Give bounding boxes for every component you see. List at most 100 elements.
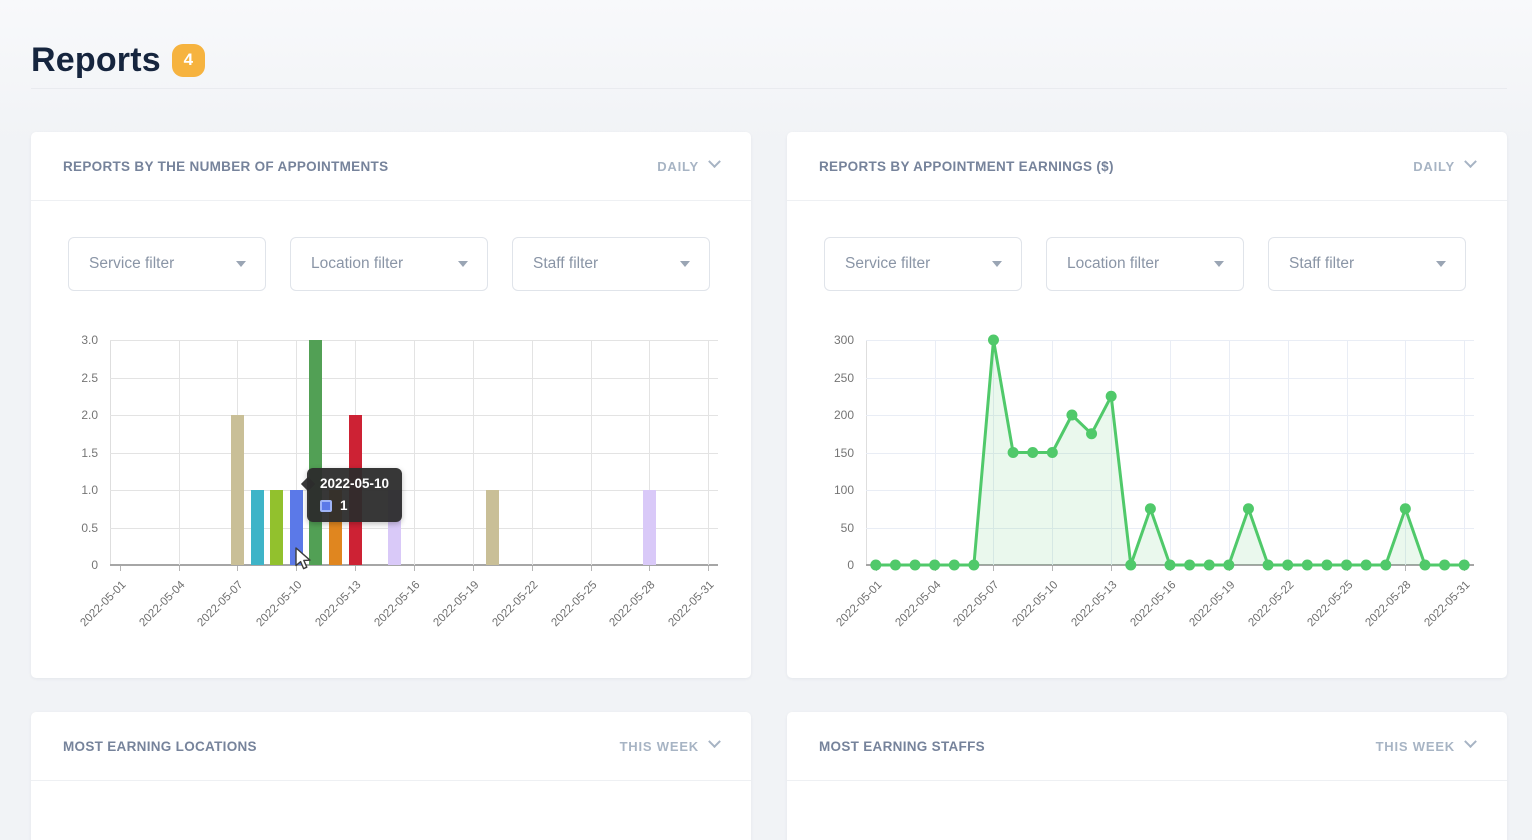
period-dropdown-daily[interactable]: DAILY <box>657 155 721 174</box>
data-point-day-17[interactable] <box>1184 559 1196 571</box>
appointments-bar-chart: 3.0 2.5 2.0 1.5 1.0 0.5 0 2022-05-01 2022-05-04 2… <box>31 291 751 676</box>
data-point-day-24[interactable] <box>1321 559 1333 571</box>
most-earning-staffs-panel: MOST EARNING STAFFS THIS WEEK <box>787 712 1507 840</box>
chart-tooltip: 2022-05-10 1 <box>307 468 403 522</box>
bar-2022-05-07[interactable] <box>230 415 244 565</box>
data-point-day-5[interactable] <box>948 559 960 571</box>
x-axis-tick-label: 2022-05-01 <box>78 579 129 630</box>
data-point-day-2[interactable] <box>889 559 901 571</box>
x-axis-tick-label: 2022-05-19 <box>431 579 482 630</box>
data-point-day-8[interactable] <box>1007 447 1019 458</box>
tooltip-value-row: 1 <box>320 498 389 513</box>
x-axis-tick <box>1405 566 1407 571</box>
x-axis-tick-label: 2022-05-25 <box>548 579 600 630</box>
data-point-day-23[interactable] <box>1301 559 1313 571</box>
data-point-day-1[interactable] <box>870 559 882 571</box>
earnings-series <box>870 334 1470 571</box>
earnings-panel-header: REPORTS BY APPOINTMENT EARNINGS ($) DAIL… <box>787 132 1507 201</box>
x-axis-tick-label: 2022-05-07 <box>951 579 1002 630</box>
data-point-day-27[interactable] <box>1380 559 1392 571</box>
data-point-day-3[interactable] <box>909 559 921 571</box>
bar-2022-05-08[interactable] <box>250 490 264 565</box>
page-header: Reports 4 <box>31 0 1507 79</box>
location-filter-dropdown[interactable]: Location filter <box>1046 237 1244 291</box>
header-divider <box>31 88 1507 89</box>
period-label: THIS WEEK <box>1375 738 1455 754</box>
staff-filter-dropdown[interactable]: Staff filter <box>512 237 710 291</box>
x-axis-tick-label: 2022-05-07 <box>195 579 246 630</box>
service-filter-dropdown[interactable]: Service filter <box>68 237 266 291</box>
data-point-day-6[interactable] <box>968 559 980 571</box>
service-filter-dropdown[interactable]: Service filter <box>824 237 1022 291</box>
caret-down-icon <box>1214 261 1224 267</box>
x-axis-tick <box>119 566 121 571</box>
data-point-day-21[interactable] <box>1262 559 1274 571</box>
top-cards-row: REPORTS BY THE NUMBER OF APPOINTMENTS DA… <box>31 132 1507 678</box>
tooltip-date: 2022-05-10 <box>320 476 390 491</box>
period-dropdown-this-week[interactable]: THIS WEEK <box>1375 735 1477 754</box>
y-axis-tick-label: 1.5 <box>81 445 98 460</box>
x-axis-tick-label: 2022-05-31 <box>1422 579 1473 630</box>
x-axis-tick <box>649 566 651 571</box>
data-point-day-20[interactable] <box>1242 503 1254 515</box>
x-axis-tick <box>178 566 180 571</box>
x-axis-tick-label: 2022-05-13 <box>1069 579 1120 630</box>
filter-label: Staff filter <box>533 255 599 272</box>
data-point-day-18[interactable] <box>1203 559 1215 571</box>
location-filter-dropdown[interactable]: Location filter <box>290 237 488 291</box>
x-axis-tick-label: 2022-05-01 <box>834 579 885 630</box>
data-point-day-12[interactable] <box>1086 428 1098 440</box>
data-point-day-31[interactable] <box>1458 559 1470 571</box>
data-point-day-29[interactable] <box>1419 559 1431 571</box>
chevron-down-icon <box>1464 155 1477 169</box>
gridline-vertical <box>590 340 592 565</box>
period-dropdown-this-week[interactable]: THIS WEEK <box>620 735 721 754</box>
chevron-down-icon <box>708 735 721 749</box>
data-point-day-28[interactable] <box>1399 503 1411 515</box>
x-axis-tick <box>355 566 357 571</box>
y-axis-tick-label: 2.0 <box>81 408 98 422</box>
data-point-day-22[interactable] <box>1282 559 1294 571</box>
plot-area: 3.0 2.5 2.0 1.5 1.0 0.5 0 2022-05-01 2022-05-04 2… <box>78 333 718 629</box>
data-point-day-16[interactable] <box>1164 559 1176 571</box>
x-axis-tick <box>708 566 710 571</box>
bar-2022-05-28[interactable] <box>642 490 656 565</box>
x-axis-tick-label: 2022-05-22 <box>490 579 541 630</box>
x-axis-tick-label: 2022-05-10 <box>254 579 305 630</box>
data-point-day-13[interactable] <box>1105 390 1117 402</box>
period-label: DAILY <box>657 158 699 174</box>
tooltip-value: 1 <box>340 498 348 513</box>
staffs-panel-header: MOST EARNING STAFFS THIS WEEK <box>787 712 1507 781</box>
data-point-day-25[interactable] <box>1341 559 1353 571</box>
x-axis-tick-label: 2022-05-04 <box>137 579 188 630</box>
data-point-day-4[interactable] <box>929 559 941 571</box>
x-axis-tick <box>531 566 533 571</box>
mouse-cursor-icon <box>295 547 311 570</box>
x-axis-tick <box>414 566 415 571</box>
y-axis-tick-label: 150 <box>833 445 854 460</box>
data-point-day-19[interactable] <box>1223 559 1235 571</box>
staff-filter-dropdown[interactable]: Staff filter <box>1268 237 1466 291</box>
data-point-day-26[interactable] <box>1360 559 1372 571</box>
bar-2022-05-20[interactable] <box>485 490 499 565</box>
data-point-day-10[interactable] <box>1046 447 1058 458</box>
data-point-day-7[interactable] <box>987 334 999 346</box>
bottom-cards-row: MOST EARNING LOCATIONS THIS WEEK MOST EA… <box>31 712 1507 840</box>
data-point-day-15[interactable] <box>1144 503 1156 515</box>
data-point-day-11[interactable] <box>1066 409 1078 421</box>
y-axis-tick-label: 200 <box>833 408 854 422</box>
x-axis-tick-label: 2022-05-19 <box>1187 579 1238 630</box>
period-dropdown-daily[interactable]: DAILY <box>1413 155 1477 174</box>
bar-2022-05-11[interactable] <box>309 340 323 565</box>
y-axis-tick-label: 2.5 <box>81 370 98 385</box>
series-line <box>875 338 1465 567</box>
data-point-day-14[interactable] <box>1125 559 1137 571</box>
data-point-day-30[interactable] <box>1439 559 1451 571</box>
data-point-day-9[interactable] <box>1027 447 1039 458</box>
y-axis-tick-label: 0 <box>847 558 854 572</box>
panel-title: MOST EARNING STAFFS <box>819 738 985 754</box>
bar-2022-05-09[interactable] <box>270 490 284 565</box>
y-axis-tick-label: 3.0 <box>81 333 98 347</box>
y-axis-tick-label: 1.0 <box>81 483 98 497</box>
plot-area: 300 250 200 150 100 50 0 2022-05-01 2022-05-04 20… <box>834 333 1474 629</box>
